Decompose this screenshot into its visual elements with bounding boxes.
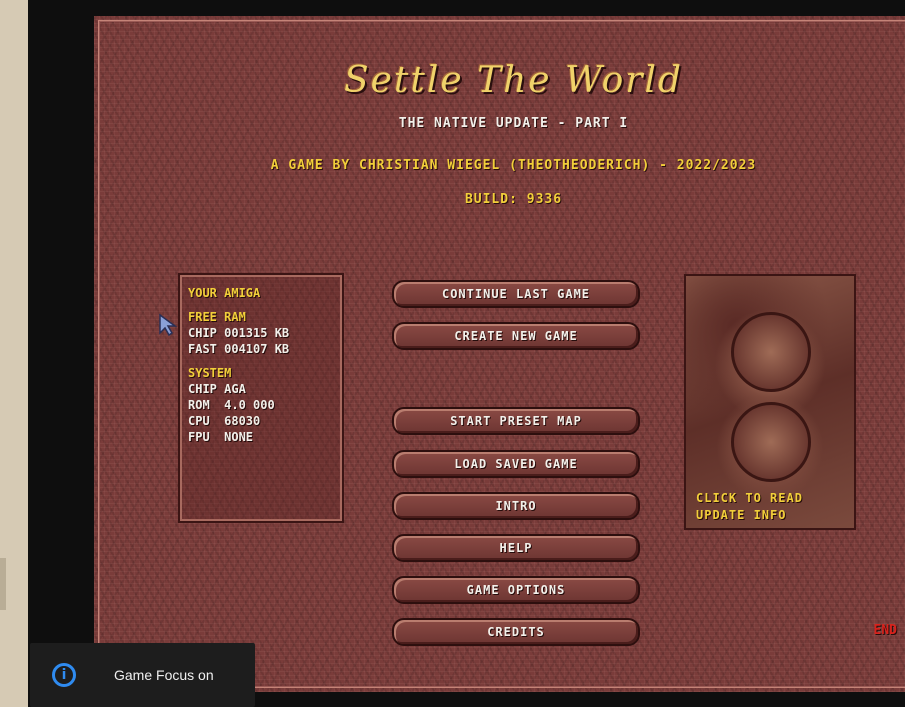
continue-last-game-button[interactable]: CONTINUE LAST GAME xyxy=(392,280,640,308)
info-icon: i xyxy=(52,663,76,687)
shield-emblem-top xyxy=(731,312,811,392)
system-heading: SYSTEM xyxy=(188,366,232,380)
update-info-box[interactable]: CLICK TO READ UPDATE INFO xyxy=(684,274,856,530)
create-new-game-button[interactable]: CREATE NEW GAME xyxy=(392,322,640,350)
game-subtitle: THE NATIVE UPDATE - PART I xyxy=(398,116,629,131)
host-window-edge xyxy=(0,558,6,610)
free-ram-heading: FREE RAM xyxy=(188,310,246,324)
intro-button[interactable]: INTRO xyxy=(392,492,640,520)
game-screen[interactable]: Settle The World THE NATIVE UPDATE - PAR… xyxy=(94,16,905,692)
end-button[interactable]: END xyxy=(874,623,897,638)
update-info-line1: CLICK TO READ xyxy=(696,491,803,505)
mouse-pointer-icon xyxy=(159,313,178,337)
rom-value: ROM 4.0 000 xyxy=(188,398,275,412)
fpu-value: FPU NONE xyxy=(188,430,254,444)
your-amiga-heading: YOUR AMIGA xyxy=(188,286,261,300)
start-preset-map-button[interactable]: START PRESET MAP xyxy=(392,407,640,435)
update-info-label: CLICK TO READ UPDATE INFO xyxy=(696,490,803,524)
credits-button[interactable]: CREDITS xyxy=(392,618,640,646)
game-options-button[interactable]: GAME OPTIONS xyxy=(392,576,640,604)
fast-ram-value: FAST 004107 KB xyxy=(188,342,290,356)
update-info-line2: UPDATE INFO xyxy=(696,508,787,522)
system-info-panel: YOUR AMIGA FREE RAM CHIP 001315 KB FAST … xyxy=(178,273,344,523)
load-saved-game-button[interactable]: LOAD SAVED GAME xyxy=(392,450,640,478)
shield-emblem-bottom xyxy=(731,402,811,482)
help-button[interactable]: HELP xyxy=(392,534,640,562)
emulator-frame: Settle The World THE NATIVE UPDATE - PAR… xyxy=(28,0,905,707)
chip-ram-value: CHIP 001315 KB xyxy=(188,326,290,340)
toast-text: Game Focus on xyxy=(114,667,214,683)
build-number: BUILD: 9336 xyxy=(464,192,563,207)
cpu-value: CPU 68030 xyxy=(188,414,261,428)
chipset-value: CHIP AGA xyxy=(188,382,246,396)
game-focus-toast: i Game Focus on xyxy=(30,643,255,707)
game-title: Settle The World xyxy=(343,60,684,101)
author-credit: A GAME BY CHRISTIAN WIEGEL (THEOTHEODERI… xyxy=(270,158,757,173)
